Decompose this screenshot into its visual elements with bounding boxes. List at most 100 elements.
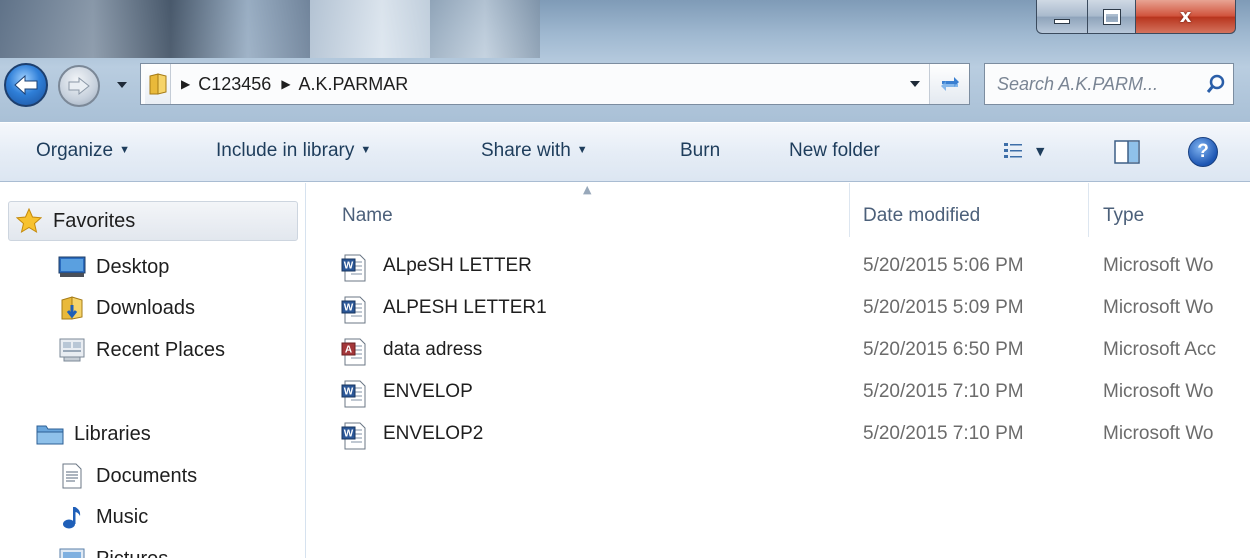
svg-text:W: W — [344, 429, 354, 440]
column-header-type[interactable]: Type — [1103, 195, 1250, 237]
desktop-icon — [58, 253, 86, 281]
downloads-icon — [58, 294, 86, 322]
nav-item-label: Music — [96, 505, 149, 528]
breadcrumb-c123456[interactable]: C123456 — [198, 74, 271, 95]
nav-item-downloads[interactable]: Downloads — [58, 289, 195, 327]
breadcrumb-separator[interactable]: ▶ — [181, 77, 190, 91]
pictures-icon — [58, 545, 86, 558]
file-date: 5/20/2015 7:10 PM — [863, 381, 1024, 402]
column-header-type-label: Type — [1103, 205, 1145, 226]
view-list-icon — [1004, 143, 1022, 158]
file-name: ENVELOP — [383, 381, 473, 402]
preview-pane-button[interactable] — [1113, 139, 1141, 169]
forward-button[interactable] — [58, 65, 100, 107]
file-row[interactable]: W ALPESH LETTER1 5/20/2015 5:09 PM Micro… — [307, 289, 1250, 331]
help-icon: ? — [1197, 141, 1209, 162]
file-type: Microsoft Wo — [1103, 381, 1214, 402]
include-in-library-label: Include in library — [216, 140, 355, 161]
file-date: 5/20/2015 5:06 PM — [863, 255, 1024, 276]
search-icon[interactable] — [1199, 74, 1233, 94]
nav-libraries-label: Libraries — [74, 422, 151, 445]
file-name: ENVELOP2 — [383, 423, 484, 444]
svg-text:W: W — [344, 261, 354, 272]
preview-pane-icon — [1114, 140, 1140, 164]
file-type: Microsoft Acc — [1103, 339, 1216, 360]
recent-pages-dropdown[interactable] — [115, 76, 129, 94]
nav-item-label: Pictures — [96, 548, 168, 558]
file-type: Microsoft Wo — [1103, 255, 1214, 276]
svg-text:W: W — [344, 303, 354, 314]
breadcrumb-ak-parmar[interactable]: A.K.PARMAR — [299, 74, 409, 95]
new-folder-button[interactable]: New folder — [789, 140, 880, 162]
access-db-icon: A — [341, 338, 366, 366]
include-in-library-button[interactable]: Include in library ▼ — [216, 140, 371, 162]
background-blur — [310, 0, 430, 58]
nav-item-music[interactable]: Music — [58, 498, 148, 536]
organize-button[interactable]: Organize ▼ — [36, 140, 130, 162]
refresh-button[interactable] — [929, 64, 969, 104]
word-doc-icon: W — [341, 296, 366, 324]
file-list: ▲ Name Date modified Type W ALpeSH LETTE… — [307, 183, 1250, 558]
organize-label: Organize — [36, 140, 114, 161]
file-date: 5/20/2015 6:50 PM — [863, 339, 1024, 360]
folder-icon — [145, 64, 171, 104]
column-divider[interactable] — [849, 183, 850, 237]
nav-item-label: Desktop — [96, 255, 170, 278]
burn-label: Burn — [680, 140, 721, 161]
file-row[interactable]: A data adress 5/20/2015 6:50 PM Microsof… — [307, 331, 1250, 373]
refresh-icon — [940, 77, 959, 91]
nav-item-desktop[interactable]: Desktop — [58, 248, 169, 286]
close-button[interactable]: x — [1136, 0, 1236, 34]
word-doc-icon: W — [341, 380, 366, 408]
command-bar: Organize ▼ Include in library ▼ Share with… — [0, 122, 1250, 182]
column-header-date-label: Date modified — [863, 205, 981, 226]
breadcrumb-separator[interactable]: ▶ — [281, 77, 290, 91]
nav-item-documents[interactable]: Documents — [58, 457, 197, 495]
libraries-icon — [36, 420, 64, 448]
chevron-down-icon — [910, 81, 920, 87]
file-date: 5/20/2015 5:09 PM — [863, 297, 1024, 318]
chevron-down-icon: ▼ — [360, 144, 372, 156]
file-row[interactable]: W ENVELOP 5/20/2015 7:10 PM Microsoft Wo — [307, 373, 1250, 415]
address-bar[interactable]: ▶ C123456 ▶ A.K.PARMAR — [140, 63, 970, 105]
nav-item-recent-places[interactable]: Recent Places — [58, 331, 225, 369]
nav-item-label: Recent Places — [96, 338, 225, 361]
column-divider[interactable] — [1088, 183, 1089, 237]
documents-icon — [58, 462, 86, 490]
minimize-button[interactable] — [1036, 0, 1088, 34]
chevron-down-icon: ▼ — [119, 144, 130, 156]
maximize-icon — [1102, 8, 1121, 25]
svg-text:W: W — [344, 387, 354, 398]
word-doc-icon: W — [341, 422, 366, 450]
window-frame: x ▶ C123456 ▶ A.K.PARMAR Search A.K.PARM… — [0, 0, 1250, 122]
file-row[interactable]: W ALpeSH LETTER 5/20/2015 5:06 PM Micros… — [307, 247, 1250, 289]
column-header-name[interactable]: Name — [342, 195, 852, 237]
help-button[interactable]: ? — [1188, 137, 1218, 167]
search-box[interactable]: Search A.K.PARM... — [984, 63, 1234, 105]
file-name: ALpeSH LETTER — [383, 255, 532, 276]
address-dropdown[interactable] — [901, 64, 929, 104]
nav-favorites[interactable]: Favorites — [8, 201, 298, 241]
maximize-button[interactable] — [1088, 0, 1136, 34]
search-input[interactable]: Search A.K.PARM... — [997, 74, 1199, 95]
arrow-right-icon — [68, 76, 90, 96]
minimize-icon — [1054, 19, 1070, 24]
chevron-down-icon — [117, 82, 127, 88]
file-row[interactable]: W ENVELOP2 5/20/2015 7:10 PM Microsoft W… — [307, 415, 1250, 457]
nav-item-pictures[interactable]: Pictures — [58, 540, 168, 558]
burn-button[interactable]: Burn — [680, 140, 720, 162]
back-button[interactable] — [4, 63, 48, 107]
chevron-down-icon: ▼ — [1036, 144, 1045, 158]
change-view-button[interactable]: ▼ — [1000, 139, 1044, 163]
file-date: 5/20/2015 7:10 PM — [863, 423, 1024, 444]
navigation-pane: Favorites Desktop Downloads Recent Place… — [0, 183, 306, 558]
star-icon — [15, 207, 43, 235]
window-controls: x — [1036, 0, 1236, 36]
share-with-button[interactable]: Share with ▼ — [481, 140, 588, 162]
word-doc-icon: W — [341, 254, 366, 282]
music-icon — [58, 503, 86, 531]
column-header-date[interactable]: Date modified — [863, 195, 1083, 237]
svg-text:A: A — [345, 345, 352, 356]
nav-libraries[interactable]: Libraries — [36, 415, 151, 453]
file-type: Microsoft Wo — [1103, 297, 1214, 318]
